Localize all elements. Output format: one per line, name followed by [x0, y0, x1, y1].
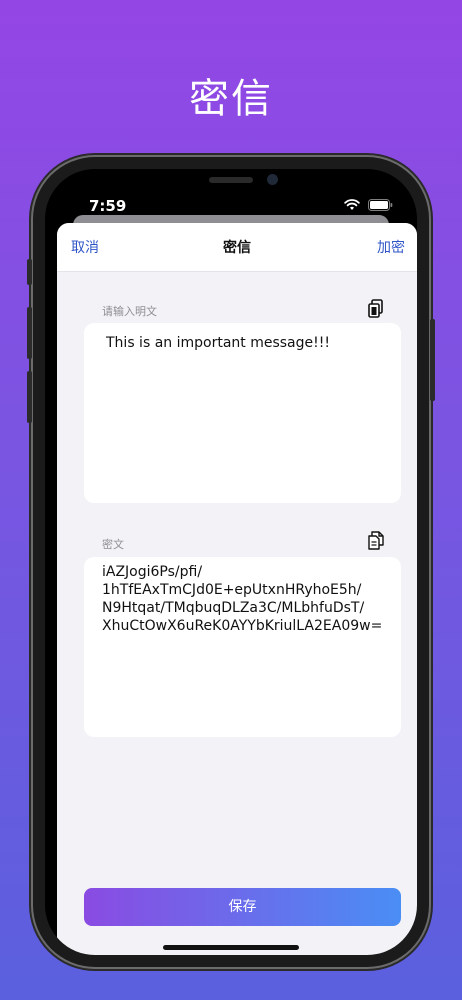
- plaintext-label: 请输入明文: [102, 305, 157, 318]
- app-title: 密信: [189, 76, 273, 122]
- status-time: 7:59: [89, 197, 127, 215]
- ciphertext-label: 密文: [102, 538, 124, 551]
- save-button[interactable]: 保存: [84, 888, 401, 926]
- volume-down-button: [27, 371, 32, 423]
- phone-screen: 7:59 取消 密信 加密 请输入明文 This is an important…: [45, 169, 417, 955]
- status-icons: [344, 199, 393, 211]
- copy-icon[interactable]: [367, 531, 385, 551]
- home-indicator: [163, 945, 299, 950]
- wifi-icon: [344, 199, 360, 210]
- modal-sheet: 取消 密信 加密 请输入明文 This is an important mess…: [57, 223, 417, 955]
- front-camera: [267, 174, 278, 185]
- paste-icon[interactable]: [367, 299, 385, 319]
- speaker-grille: [209, 177, 253, 183]
- notch: [147, 169, 317, 199]
- volume-up-button: [27, 307, 32, 359]
- power-button: [430, 319, 435, 401]
- ciphertext-output[interactable]: iAZJogi6Ps/pfi/ 1hTfEAxTmCJd0E+epUtxnHRy…: [84, 557, 401, 737]
- encrypt-button[interactable]: 加密: [377, 237, 405, 257]
- ciphertext-value: iAZJogi6Ps/pfi/ 1hTfEAxTmCJd0E+epUtxnHRy…: [102, 564, 383, 634]
- phone-frame: 7:59 取消 密信 加密 请输入明文 This is an important…: [27, 157, 435, 967]
- nav-title: 密信: [223, 240, 251, 256]
- plaintext-value: This is an important message!!!: [106, 335, 330, 351]
- battery-icon: [368, 199, 393, 211]
- nav-bar: 取消 密信 加密: [57, 223, 417, 272]
- plaintext-input[interactable]: This is an important message!!!: [84, 323, 401, 503]
- mute-switch: [27, 259, 32, 285]
